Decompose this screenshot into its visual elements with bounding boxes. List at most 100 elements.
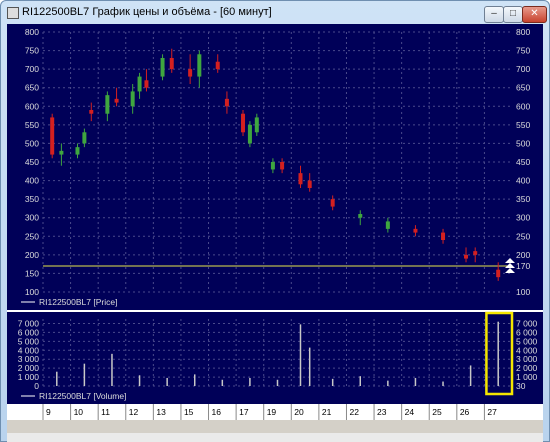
candle-body [280, 162, 285, 170]
bottom-strip [7, 420, 543, 433]
time-tick-label: 15 [184, 407, 194, 417]
time-tick-label: 17 [239, 407, 249, 417]
candle-body [137, 76, 142, 92]
highlight-box [485, 311, 514, 396]
candle-body [330, 199, 335, 207]
title-bar[interactable]: RI122500BL7 График цены и объёма - [60 м… [1, 1, 549, 25]
price-tick-right: 350 [516, 194, 530, 204]
candle-body [130, 91, 135, 107]
app-icon[interactable] [7, 7, 19, 19]
close-button[interactable]: ✕ [522, 6, 547, 23]
price-tick-right: 400 [516, 176, 530, 186]
price-tick-left: 300 [25, 213, 39, 223]
candle-body [247, 124, 252, 144]
candle-body [169, 58, 174, 70]
candle-body [114, 98, 119, 103]
price-tick-right: 300 [516, 213, 530, 223]
price-tick-right: 550 [516, 120, 530, 130]
volume-legend: RI122500BL7 [Volume] [21, 391, 126, 401]
grid [42, 31, 512, 387]
price-tick-right: 700 [516, 64, 530, 74]
time-tick-label: 23 [377, 407, 387, 417]
price-tick-right: 100 [516, 287, 530, 297]
maximize-button[interactable]: □ [503, 6, 523, 23]
candle-body [464, 254, 469, 259]
candle-body [105, 95, 110, 114]
volume-tick-left: 2 000 [18, 363, 40, 373]
time-tick-label: 12 [129, 407, 139, 417]
time-tick-label: 11 [101, 407, 110, 417]
volume-tick-right: 7 000 [516, 318, 538, 328]
volume-tick-left: 3 000 [18, 354, 40, 364]
candle-body [298, 173, 303, 185]
time-tick-label: 27 [487, 407, 497, 417]
candle-body [473, 251, 478, 255]
time-tick-label: 21 [322, 407, 332, 417]
time-tick-label: 22 [349, 407, 359, 417]
price-legend-label: RI122500BL7 [Price] [39, 297, 117, 307]
price-tick-left: 250 [25, 231, 39, 241]
current-price-label: 170 [516, 261, 530, 271]
volume-bars [56, 321, 499, 386]
price-tick-right: 200 [516, 250, 530, 260]
volume-tick-left: 4 000 [18, 345, 40, 355]
price-tick-right: 500 [516, 138, 530, 148]
candle-body [50, 117, 55, 155]
volume-tick-right: 3 000 [516, 354, 538, 364]
time-axis: 9 10 11 12 13 15 16 17 19 20 21 22 23 24 25 26 27 [7, 404, 543, 433]
horizontal-scrollbar[interactable] [7, 433, 543, 442]
window-title: RI122500BL7 График цены и объёма - [60 м… [22, 6, 272, 18]
price-tick-right: 650 [516, 83, 530, 93]
price-tick-left: 750 [25, 46, 39, 56]
time-tick-label: 10 [74, 407, 84, 417]
minimize-button[interactable]: – [484, 6, 504, 23]
time-tick-label: 9 [46, 407, 51, 417]
candle-body [188, 69, 193, 77]
candle-body [224, 98, 229, 107]
volume-tick-right: 4 000 [516, 345, 538, 355]
price-candles [50, 48, 501, 281]
volume-tick-left: 0 [34, 381, 39, 391]
candle-body [82, 132, 87, 144]
candle-body [75, 147, 80, 155]
candle-body [215, 61, 220, 70]
up-arrow-icon [505, 258, 515, 263]
volume-tick-left: 7 000 [18, 318, 40, 328]
candle-body [197, 54, 202, 77]
volume-tick-right: 5 000 [516, 336, 538, 346]
volume-tick-left: 1 000 [18, 372, 40, 382]
price-tick-right: 800 [516, 27, 530, 37]
candle-body [160, 58, 165, 77]
time-tick-label: 20 [294, 407, 304, 417]
candle-body [358, 214, 363, 218]
price-tick-right: 750 [516, 46, 530, 56]
price-tick-left: 200 [25, 250, 39, 260]
price-tick-left: 450 [25, 157, 39, 167]
volume-tick-right: 2 000 [516, 363, 538, 373]
price-tick-left: 150 [25, 268, 39, 278]
volume-tick-left: 6 000 [18, 327, 40, 337]
candle-body [254, 117, 259, 133]
time-tick-label: 24 [405, 407, 415, 417]
volume-tick-left: 5 000 [18, 336, 40, 346]
price-tick-left: 550 [25, 120, 39, 130]
volume-legend-label: RI122500BL7 [Volume] [39, 391, 126, 401]
price-tick-right: 450 [516, 157, 530, 167]
price-legend: RI122500BL7 [Price] [21, 297, 117, 307]
candle-body [413, 228, 418, 233]
candle-body [270, 162, 275, 170]
price-tick-left: 650 [25, 83, 39, 93]
candle-body [307, 180, 312, 188]
price-tick-left: 350 [25, 194, 39, 204]
time-tick-label: 25 [432, 407, 442, 417]
price-tick-left: 800 [25, 27, 39, 37]
volume-last-value: 30 [516, 381, 526, 391]
candle-body [241, 113, 246, 133]
price-tick-left: 100 [25, 287, 39, 297]
chart-area[interactable]: 100 100 150 200 200 250 250 300 300 350 350 400 400 4… [7, 24, 543, 433]
candle-body [385, 221, 390, 229]
time-tick-label: 16 [212, 407, 222, 417]
candle-body [144, 80, 149, 88]
candle-body [496, 269, 501, 278]
volume-tick-right: 6 000 [516, 327, 538, 337]
